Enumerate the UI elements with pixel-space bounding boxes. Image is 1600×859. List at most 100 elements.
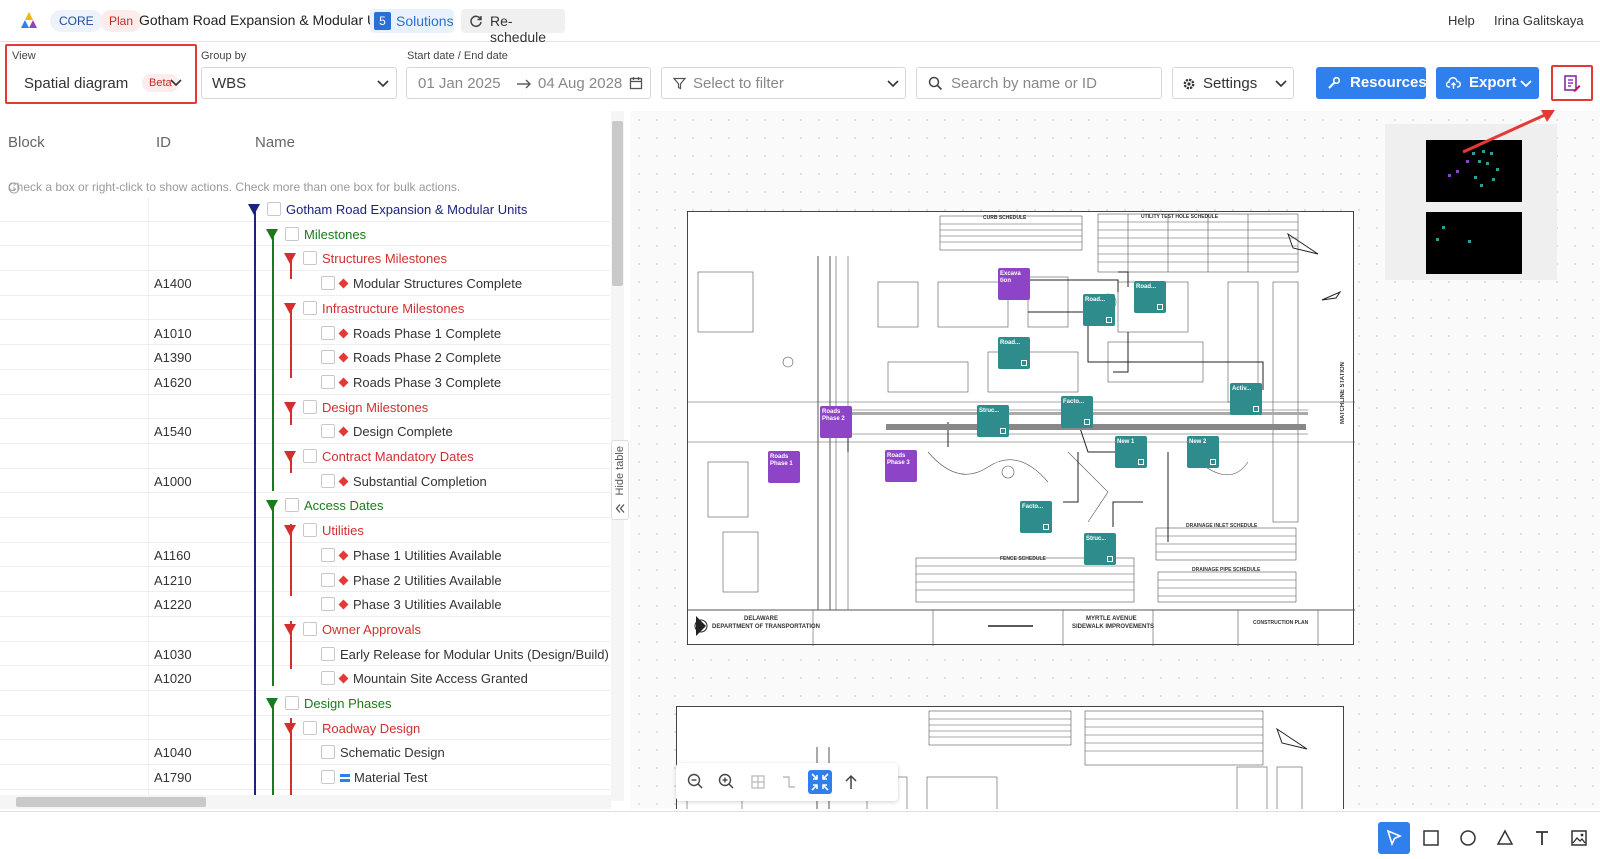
- circle-tool-icon[interactable]: [1452, 822, 1484, 854]
- row-checkbox[interactable]: [267, 202, 281, 216]
- triangle-tool-icon[interactable]: [1489, 822, 1521, 854]
- plan-node[interactable]: Road...: [1134, 281, 1166, 313]
- table-row[interactable]: A1790 Material Test: [0, 765, 610, 790]
- plan-node[interactable]: Road...: [998, 337, 1030, 369]
- resources-button[interactable]: Resources: [1316, 67, 1427, 99]
- table-row[interactable]: A1010 Roads Phase 1 Complete: [0, 321, 610, 346]
- row-checkbox[interactable]: [321, 646, 335, 661]
- row-checkbox[interactable]: [303, 621, 317, 636]
- row-checkbox[interactable]: [303, 399, 317, 414]
- hide-table-toggle[interactable]: Hide table: [611, 440, 629, 520]
- row-checkbox[interactable]: [303, 720, 317, 735]
- plan-node[interactable]: New 1: [1115, 436, 1147, 468]
- row-checkbox[interactable]: [321, 671, 335, 686]
- filter-select[interactable]: Select to filter: [661, 67, 906, 99]
- search-input[interactable]: Search by name or ID: [916, 67, 1162, 99]
- row-checkbox[interactable]: [321, 547, 335, 562]
- table-row[interactable]: A1220 Phase 3 Utilities Available: [0, 592, 610, 617]
- solutions-button[interactable]: 5 Solutions: [370, 9, 454, 33]
- table-row[interactable]: Milestones: [0, 222, 610, 247]
- table-horizontal-scrollbar[interactable]: [0, 795, 611, 809]
- row-checkbox[interactable]: [285, 226, 299, 241]
- table-row[interactable]: A1400 Modular Structures Complete: [0, 271, 610, 296]
- app-logo-icon[interactable]: [18, 11, 40, 31]
- grid-icon[interactable]: [746, 770, 770, 794]
- zoom-in-icon[interactable]: [715, 770, 739, 794]
- text-tool-icon[interactable]: [1526, 822, 1558, 854]
- row-checkbox[interactable]: [321, 325, 335, 340]
- row-checkbox[interactable]: [321, 597, 335, 612]
- table-row[interactable]: Design Milestones: [0, 395, 610, 420]
- table-row[interactable]: A1020 Mountain Site Access Granted: [0, 666, 610, 691]
- table-row[interactable]: Structures Milestones: [0, 246, 610, 272]
- row-checkbox[interactable]: [321, 745, 335, 760]
- row-checkbox[interactable]: [285, 498, 299, 513]
- end-date-field[interactable]: 04 Aug 2028: [538, 75, 622, 92]
- table-row[interactable]: A1030 Early Release for Modular Units (De…: [0, 642, 610, 667]
- table-row[interactable]: A1620 Roads Phase 3 Complete: [0, 370, 610, 395]
- row-checkbox[interactable]: [285, 696, 299, 710]
- row-checkbox[interactable]: [321, 473, 335, 488]
- table-row[interactable]: Gotham Road Expansion & Modular Units: [0, 197, 610, 222]
- connector-icon[interactable]: [777, 770, 801, 794]
- minimap-page-2[interactable]: [1426, 212, 1522, 274]
- column-header-id[interactable]: ID: [156, 134, 171, 151]
- group-by-select[interactable]: WBS: [201, 67, 397, 99]
- plan-node[interactable]: Roads Phase 2: [820, 406, 852, 438]
- table-row[interactable]: Design Phases: [0, 691, 610, 716]
- plan-node[interactable]: Facto...: [1061, 396, 1093, 428]
- row-checkbox[interactable]: [321, 770, 335, 785]
- plan-node[interactable]: Struc...: [977, 405, 1009, 437]
- table-row[interactable]: Owner Approvals: [0, 617, 610, 642]
- user-menu[interactable]: Irina Galitskaya: [1494, 13, 1584, 28]
- row-checkbox[interactable]: [321, 572, 335, 587]
- plan-badge[interactable]: Plan: [100, 10, 143, 32]
- settings-select[interactable]: Settings: [1172, 67, 1294, 99]
- table-row[interactable]: Access Dates: [0, 493, 610, 519]
- table-row[interactable]: A1160 Phase 1 Utilities Available: [0, 543, 610, 568]
- column-header-name[interactable]: Name: [255, 134, 295, 151]
- row-checkbox[interactable]: [303, 449, 317, 463]
- core-badge[interactable]: CORE: [50, 10, 103, 32]
- row-checkbox[interactable]: [321, 424, 335, 439]
- table-row[interactable]: A1040 Schematic Design: [0, 740, 610, 766]
- row-checkbox[interactable]: [321, 276, 335, 291]
- row-checkbox[interactable]: [321, 350, 335, 365]
- reschedule-button[interactable]: Re-schedule: [461, 9, 565, 45]
- export-button[interactable]: Export: [1436, 67, 1539, 99]
- row-checkbox[interactable]: [303, 251, 317, 266]
- plan-node[interactable]: Facto...: [1020, 501, 1052, 533]
- date-range-picker[interactable]: 01 Jan 2025 04 Aug 2028: [406, 67, 651, 99]
- plan-node[interactable]: Excava tion: [998, 268, 1030, 300]
- export-pdf-icon[interactable]: [1562, 74, 1582, 94]
- plan-node[interactable]: New 2: [1187, 436, 1219, 468]
- start-date-field[interactable]: 01 Jan 2025: [418, 75, 501, 92]
- image-tool-icon[interactable]: [1563, 822, 1595, 854]
- select-tool-button[interactable]: [1378, 822, 1410, 854]
- plan-node[interactable]: Struc...: [1084, 533, 1116, 565]
- table-row[interactable]: A1540 Design Complete: [0, 419, 610, 444]
- row-checkbox[interactable]: [321, 374, 335, 389]
- calendar-icon[interactable]: [629, 76, 643, 90]
- row-checkbox[interactable]: [303, 523, 317, 538]
- table-row[interactable]: A1000 Substantial Completion: [0, 469, 610, 494]
- table-row[interactable]: Roadway Design: [0, 716, 610, 741]
- plan-node[interactable]: Roads Phase 3: [885, 450, 917, 482]
- table-row[interactable]: Utilities: [0, 518, 610, 543]
- rectangle-tool-icon[interactable]: [1415, 822, 1447, 854]
- table-row[interactable]: A1390 Roads Phase 2 Complete: [0, 345, 610, 370]
- scroll-thumb[interactable]: [16, 797, 206, 807]
- row-checkbox[interactable]: [303, 300, 317, 315]
- plan-node[interactable]: Activ...: [1230, 383, 1262, 415]
- table-row[interactable]: A1210 Phase 2 Utilities Available: [0, 568, 610, 593]
- table-row[interactable]: Contract Mandatory Dates: [0, 444, 610, 469]
- zoom-out-icon[interactable]: [684, 770, 708, 794]
- plan-node[interactable]: Roads Phase 1: [768, 451, 800, 483]
- scroll-thumb[interactable]: [612, 121, 623, 286]
- fit-to-screen-button[interactable]: [808, 770, 832, 794]
- table-row[interactable]: Infrastructure Milestones: [0, 296, 610, 321]
- arrow-up-icon[interactable]: [839, 770, 863, 794]
- column-header-block[interactable]: Block: [8, 134, 45, 151]
- help-link[interactable]: Help: [1448, 13, 1475, 28]
- plan-node[interactable]: Road...: [1083, 294, 1115, 326]
